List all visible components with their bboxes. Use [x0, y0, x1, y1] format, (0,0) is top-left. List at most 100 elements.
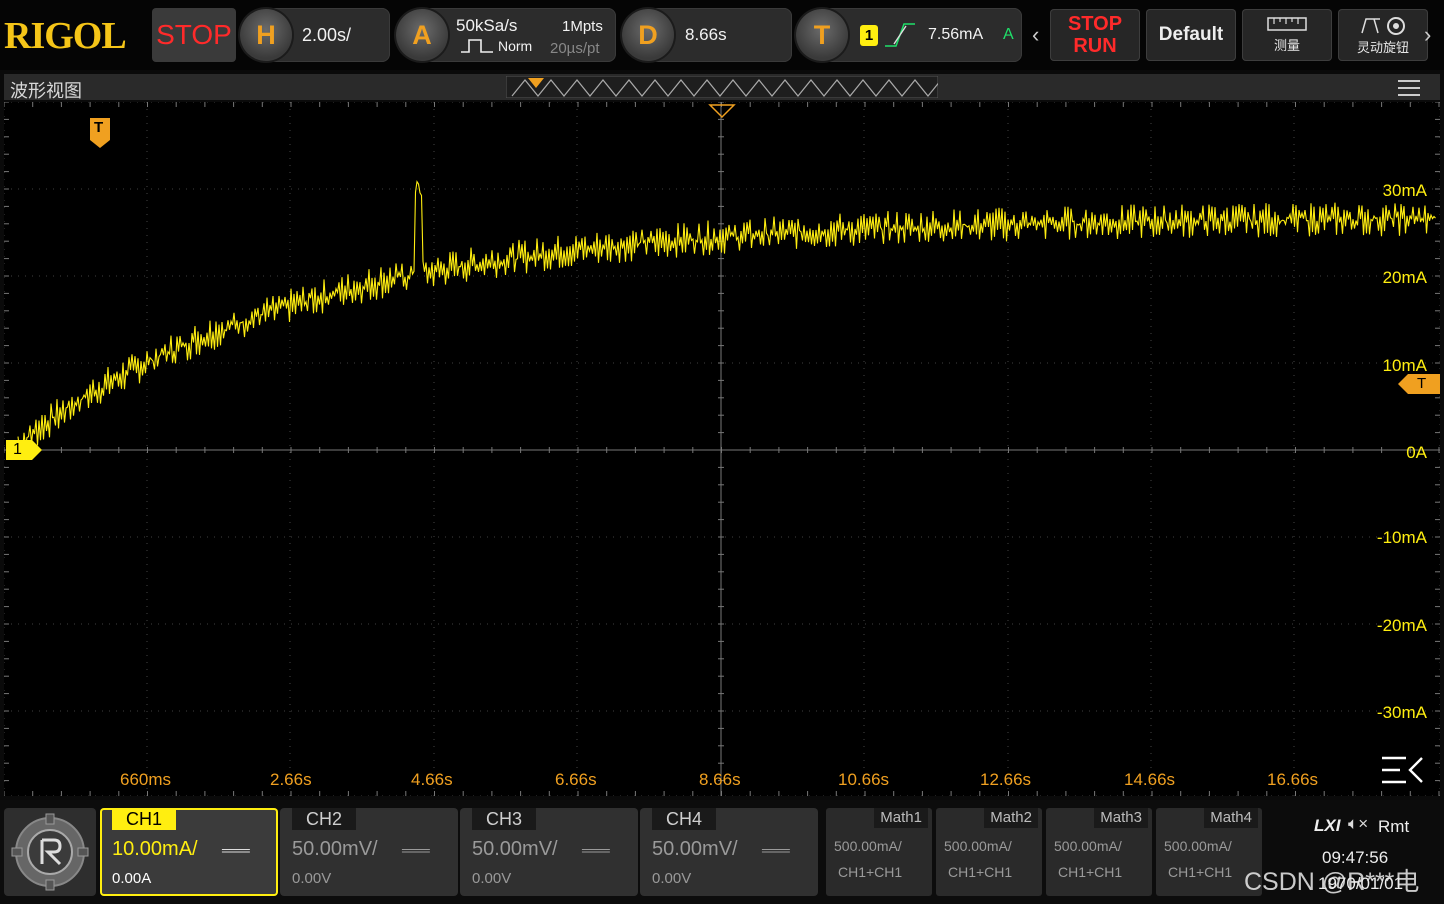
collapse-menu-icon: [1382, 756, 1423, 784]
ch3-dc-coupling-icon: ═══: [582, 842, 610, 858]
ch3-scale: 50.00mV/: [472, 838, 558, 860]
ch3-panel[interactable]: CH3 50.00mV/ 0.00V ═══: [460, 808, 638, 896]
math3-scale: 500.00mA/: [1054, 838, 1122, 854]
time-per-point: 20µs/pt: [550, 40, 600, 57]
x-label: 12.66s: [980, 770, 1032, 789]
math1-tab: Math1: [874, 808, 928, 828]
ch4-panel[interactable]: CH4 50.00mV/ 0.00V ═══: [640, 808, 818, 896]
scroll-right-icon[interactable]: ›: [1424, 22, 1431, 48]
rigol-logo: RIGOL: [4, 15, 127, 57]
ruler-icon: [1267, 17, 1307, 31]
rising-edge-icon: [885, 23, 915, 47]
math2-tab: Math2: [984, 808, 1038, 828]
ch4-offset: 0.00V: [652, 870, 692, 887]
run-state-indicator[interactable]: STOP: [152, 8, 236, 62]
y-label: 0A: [1406, 443, 1427, 462]
default-label: Default: [1158, 24, 1224, 45]
ch1-ground-marker: [6, 440, 42, 460]
ch4-dc-coupling-icon: ═══: [762, 842, 790, 858]
trigger-time-marker-label: T: [94, 119, 104, 136]
y-label: 30mA: [1382, 181, 1427, 200]
knob-icon: [1361, 16, 1405, 35]
ch1-scale: 10.00mA/: [112, 838, 198, 860]
x-label: 4.66s: [411, 770, 453, 789]
remote-status: Rmt: [1378, 817, 1410, 836]
lxi-logo: LXI: [1314, 816, 1341, 835]
scroll-left-icon[interactable]: ‹: [1032, 22, 1039, 48]
pulse-icon: [461, 39, 493, 53]
home-gear-button[interactable]: [4, 808, 96, 896]
math3-panel[interactable]: Math3 500.00mA/ CH1+CH1: [1046, 808, 1152, 896]
ch2-tab: CH2: [292, 808, 357, 830]
math3-source: CH1+CH1: [1058, 864, 1123, 880]
trigger-key[interactable]: T: [796, 9, 848, 61]
x-label: 660ms: [120, 770, 172, 789]
ch1-tab: CH1: [112, 808, 177, 830]
run-stop-button[interactable]: STOP RUN: [1050, 9, 1140, 61]
ch2-dc-coupling-icon: ═══: [402, 842, 430, 858]
ch1-panel[interactable]: CH1 10.00mA/ 0.00A ═══: [100, 808, 278, 896]
default-button[interactable]: Default: [1146, 9, 1236, 61]
horizontal-key[interactable]: H: [240, 9, 292, 61]
x-label: 10.66s: [838, 770, 890, 789]
x-label: 14.66s: [1124, 770, 1176, 789]
acquire-key[interactable]: A: [396, 9, 448, 61]
ch4-scale: 50.00mV/: [652, 838, 738, 860]
x-label: 8.66s: [699, 770, 741, 789]
waveform-view-header: 波形视图: [4, 74, 1440, 101]
sample-rate: 50kSa/s: [456, 16, 518, 35]
math3-tab: Math3: [1094, 808, 1148, 828]
acquire-mode: Norm: [498, 38, 533, 54]
timebase-value: 2.00s/: [302, 25, 352, 45]
trigger-level-marker-label: T: [1417, 375, 1427, 392]
ch4-tab: CH4: [652, 808, 717, 830]
ch1-marker-label: 1: [13, 441, 22, 458]
delay-value: 8.66s: [685, 25, 727, 44]
math2-scale: 500.00mA/: [944, 838, 1012, 854]
watermark: CSDN @R***电: [1244, 868, 1420, 896]
measure-button[interactable]: 测量: [1242, 9, 1332, 61]
trigger-source-badge: 1: [860, 25, 878, 46]
run-stop-run-label: RUN: [1073, 35, 1117, 57]
trigger-panel[interactable]: [818, 8, 1022, 62]
ch2-scale: 50.00mV/: [292, 838, 378, 860]
top-toolbar: RIGOL STOP H 2.00s/ A 50kSa/s 1Mpts Norm…: [0, 0, 1444, 70]
ch1-offset: 0.00A: [112, 870, 152, 887]
math1-scale: 500.00mA/: [834, 838, 902, 854]
memory-depth: 1Mpts: [562, 18, 603, 35]
ch3-offset: 0.00V: [472, 870, 512, 887]
math1-panel[interactable]: Math1 500.00mA/ CH1+CH1: [826, 808, 932, 896]
y-label: 20mA: [1382, 268, 1427, 287]
math4-source: CH1+CH1: [1168, 864, 1233, 880]
math4-tab: Math4: [1204, 808, 1258, 828]
y-label: -20mA: [1376, 616, 1427, 635]
ch3-tab: CH3: [472, 808, 537, 830]
speaker-muted-icon: 🔈︎×: [1348, 814, 1369, 833]
x-label: 16.66s: [1267, 770, 1319, 789]
delay-key[interactable]: D: [622, 9, 674, 61]
knob-label: 灵动旋钮: [1356, 39, 1409, 55]
math2-panel[interactable]: Math2 500.00mA/ CH1+CH1: [936, 808, 1042, 896]
math2-source: CH1+CH1: [948, 864, 1013, 880]
y-label: -10mA: [1376, 528, 1427, 547]
ch2-offset: 0.00V: [292, 870, 332, 887]
trigger-mode: A: [1003, 26, 1014, 43]
memory-overview-bar[interactable]: [506, 76, 938, 98]
math1-source: CH1+CH1: [838, 864, 903, 880]
y-label: 10mA: [1382, 356, 1427, 375]
x-label: 6.66s: [555, 770, 597, 789]
ch1-dc-coupling-icon: ═══: [222, 842, 250, 858]
run-stop-stop-label: STOP: [1067, 13, 1123, 35]
knob-button[interactable]: 灵动旋钮: [1338, 9, 1428, 61]
ch1-waveform: [17, 180, 1436, 454]
waveform-display[interactable]: T 1 T 30mA 20mA 10mA 0A -10mA -20mA -30m…: [4, 102, 1440, 796]
measure-label: 测量: [1273, 38, 1300, 53]
x-label: 2.66s: [270, 770, 312, 789]
ch2-panel[interactable]: CH2 50.00mV/ 0.00V ═══: [280, 808, 458, 896]
view-menu-icon[interactable]: [1398, 80, 1420, 96]
view-title: 波形视图: [10, 81, 82, 101]
y-label: -30mA: [1376, 703, 1427, 722]
math4-scale: 500.00mA/: [1164, 838, 1232, 854]
trigger-level: 7.56mA: [928, 26, 984, 43]
gear-logo-icon: [11, 813, 89, 891]
